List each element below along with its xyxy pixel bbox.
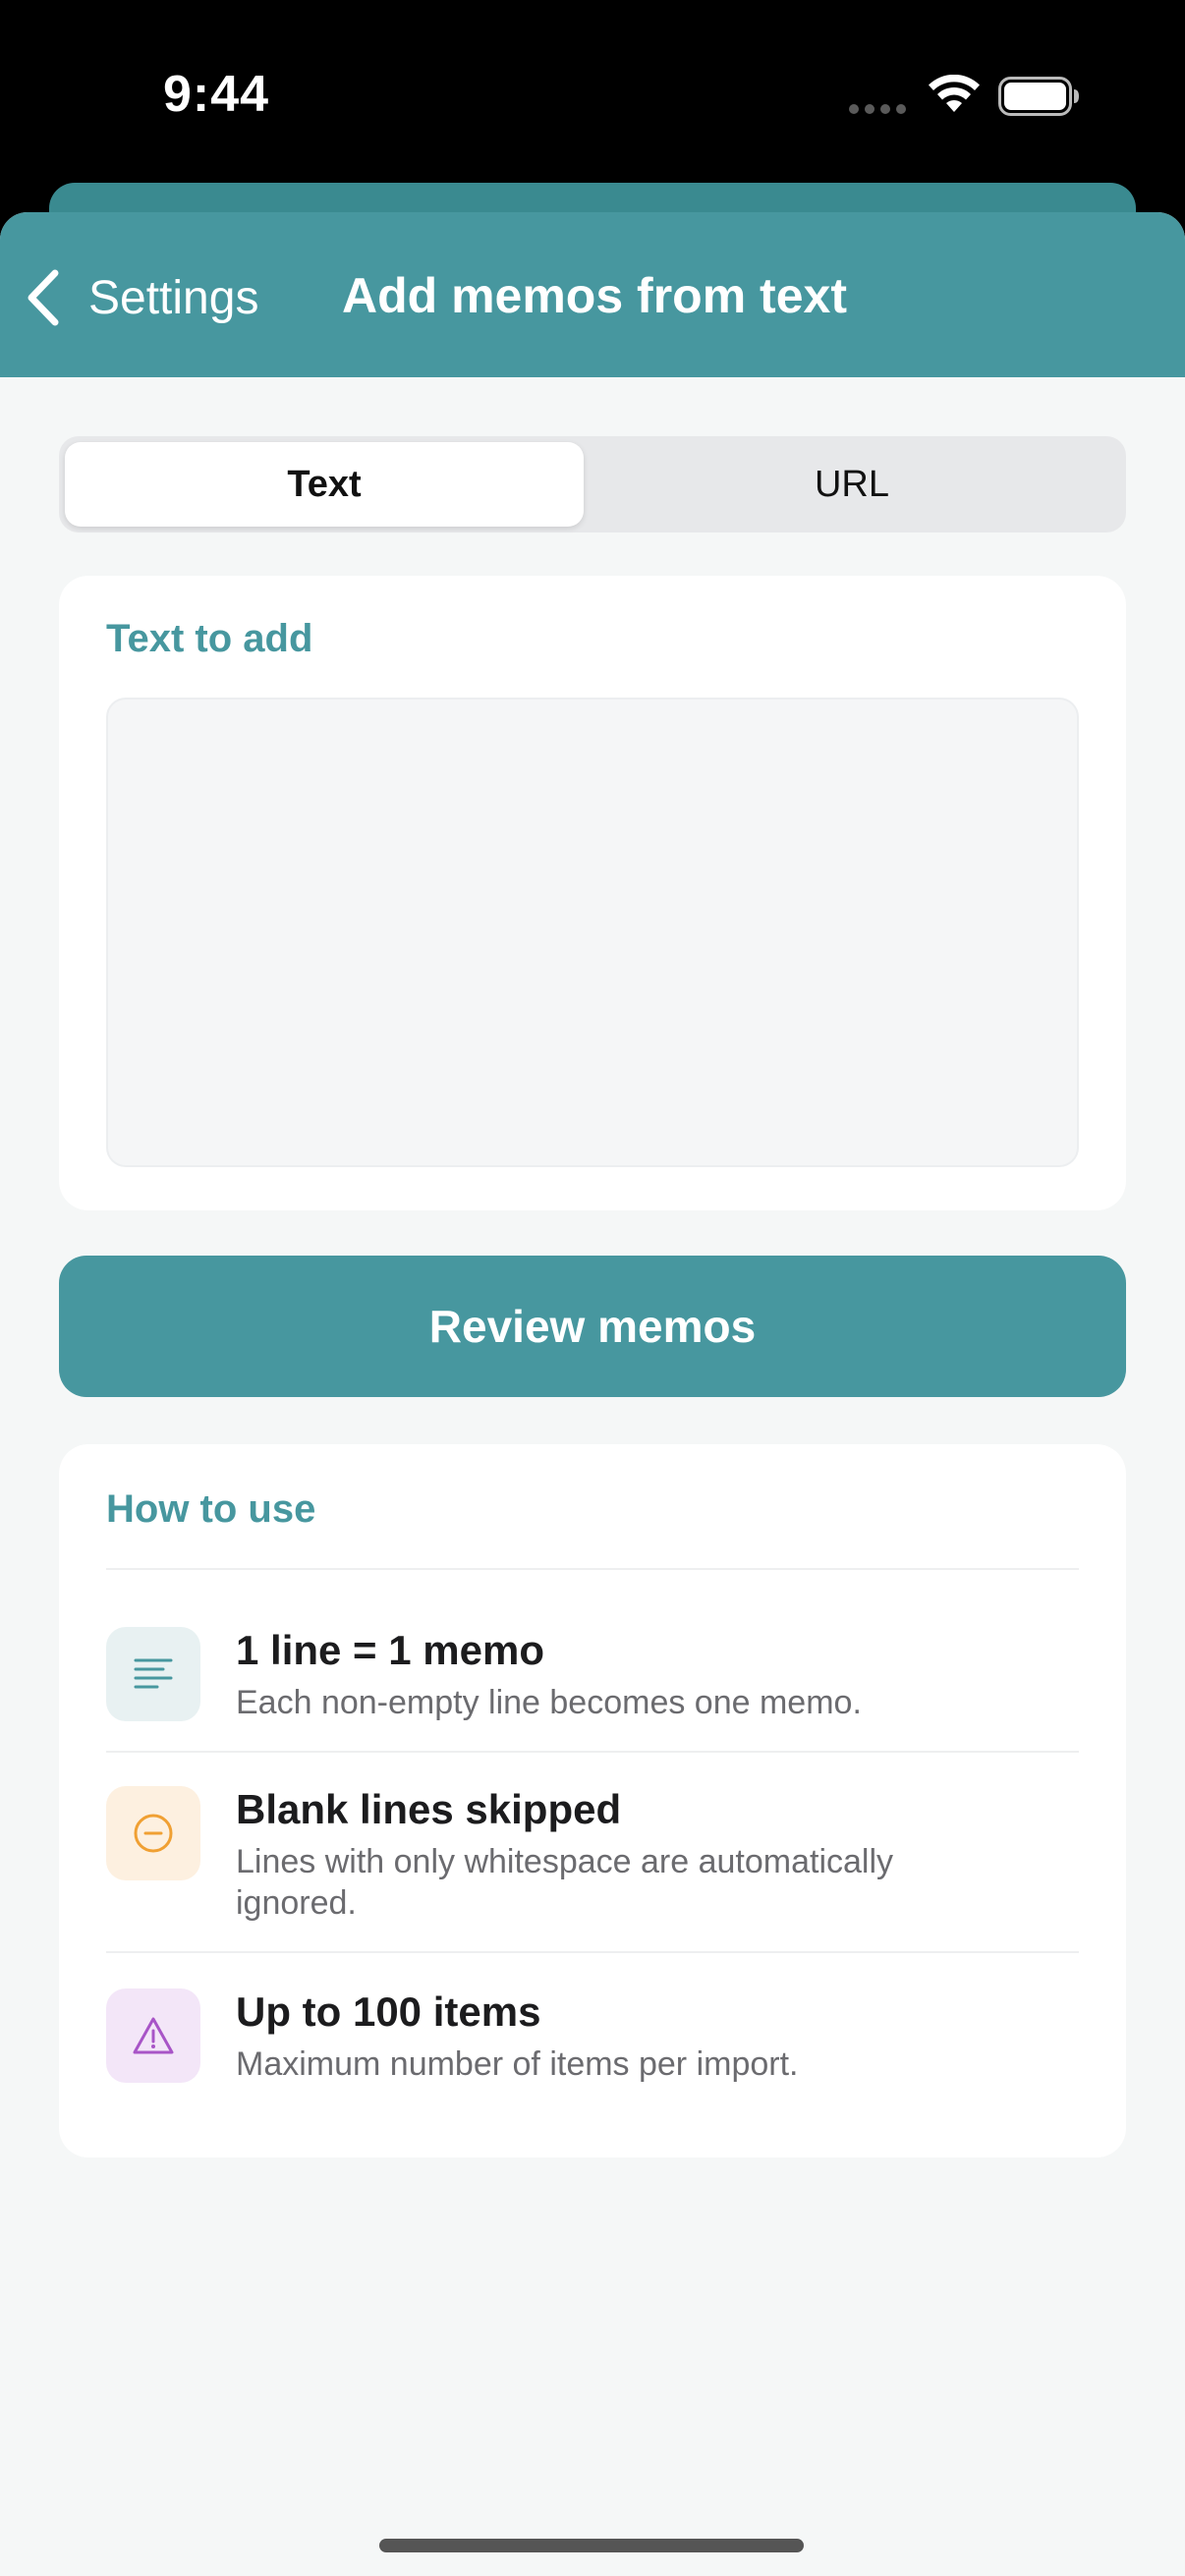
item-title: Up to 100 items	[236, 1988, 541, 2035]
status-time: 9:44	[163, 66, 270, 123]
home-indicator[interactable]	[379, 2539, 804, 2552]
chevron-left-icon	[28, 269, 59, 326]
minus-circle-icon	[106, 1786, 200, 1880]
lines-icon	[106, 1627, 200, 1721]
how-to-use-card: How to use 1 line = 1 memo Each non-empt…	[59, 1444, 1126, 2157]
mode-segmented-control: Text URL	[59, 436, 1126, 532]
screen: 9:44 Settings Add memos from text Text U…	[0, 0, 1185, 2576]
nav-bar: Settings Add memos from text	[0, 212, 1185, 377]
page-title: Add memos from text	[342, 268, 847, 323]
item-title: 1 line = 1 memo	[236, 1627, 544, 1673]
divider	[106, 1751, 1079, 1753]
text-input[interactable]	[106, 698, 1079, 1167]
text-to-add-label: Text to add	[106, 617, 313, 660]
item-description: Each non-empty line becomes one memo.	[236, 1684, 862, 1721]
cellular-signal-icon	[849, 104, 906, 114]
review-memos-button[interactable]: Review memos	[59, 1256, 1126, 1397]
item-title: Blank lines skipped	[236, 1786, 622, 1832]
how-to-use-title: How to use	[106, 1487, 316, 1531]
divider	[106, 1568, 1079, 1570]
text-input-card: Text to add	[59, 576, 1126, 1210]
back-button[interactable]: Settings	[24, 263, 258, 332]
wifi-icon	[929, 75, 980, 112]
battery-icon	[998, 77, 1079, 116]
back-label: Settings	[88, 271, 259, 324]
segment-text[interactable]: Text	[65, 442, 584, 527]
status-bar: 9:44	[0, 0, 1185, 187]
segment-url[interactable]: URL	[584, 442, 1120, 527]
warning-icon	[106, 1988, 200, 2083]
item-description: Lines with only whitespace are automatic…	[236, 1843, 894, 1922]
item-description: Maximum number of items per import.	[236, 2045, 799, 2083]
divider	[106, 1951, 1079, 1953]
add-memos-sheet: Settings Add memos from text Text URL Te…	[0, 212, 1185, 2576]
